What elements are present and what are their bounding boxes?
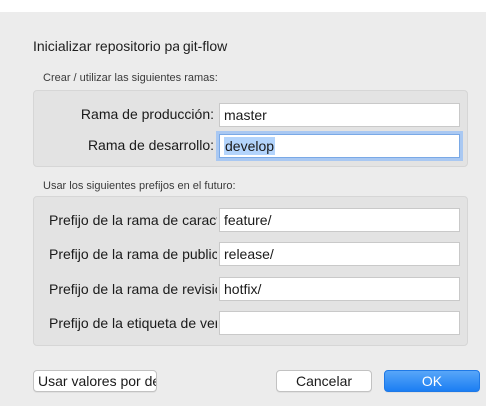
dialog-title: Inicializar repositorio para git-flow [33,38,463,54]
window-top-edge [0,0,486,12]
production-branch-label: Rama de producción: [80,106,214,122]
production-branch-value: master [224,107,267,123]
development-branch-value: develop [224,137,276,155]
prefixes-group-label: Usar los siguientes prefijos en el futur… [43,180,236,192]
release-prefix-label: Prefijo de la rama de publicación: [49,246,217,262]
development-branch-field[interactable]: develop [219,134,460,158]
release-prefix-field[interactable]: release/ [219,242,460,266]
ok-button[interactable]: OK [384,370,480,392]
feature-prefix-field[interactable]: feature/ [219,208,460,232]
branches-group-label: Crear / utilizar las siguientes ramas: [43,72,218,84]
tag-prefix-field[interactable] [219,311,460,335]
feature-prefix-label: Prefijo de la rama de características: [49,212,217,228]
dialog-title-prefix: Inicializar repositorio para [33,38,179,54]
gitflow-init-dialog: Inicializar repositorio para git-flow Cr… [0,0,486,406]
use-defaults-button[interactable]: Usar valores por defecto [33,370,157,392]
release-prefix-value: release/ [224,246,274,262]
cancel-button[interactable]: Cancelar [276,370,372,392]
hotfix-prefix-value: hotfix/ [224,281,262,297]
development-branch-label: Rama de desarrollo: [87,137,214,153]
production-branch-field[interactable]: master [219,103,460,127]
tag-prefix-label: Prefijo de la etiqueta de versión: [49,315,217,331]
hotfix-prefix-label: Prefijo de la rama de revisión: [49,281,217,297]
dialog-title-suffix: git-flow [182,38,228,54]
hotfix-prefix-field[interactable]: hotfix/ [219,277,460,301]
feature-prefix-value: feature/ [224,212,272,228]
